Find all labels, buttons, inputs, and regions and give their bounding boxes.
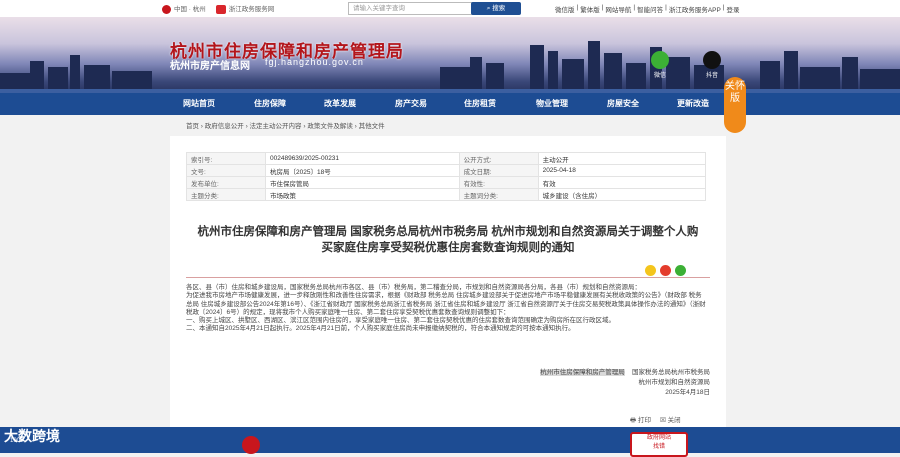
sign-date: 2025年4月18日: [665, 389, 710, 396]
divider: |: [665, 4, 667, 11]
site-domain: fgj.hangzhou.gov.cn: [265, 57, 364, 67]
nav-housing-security[interactable]: 住房保障: [254, 93, 286, 115]
national-emblem-icon: [162, 4, 171, 14]
nav-property-mgmt[interactable]: 物业管理: [536, 93, 568, 115]
douyin-icon: [703, 51, 721, 69]
favorite-icon[interactable]: [645, 265, 656, 276]
document-body: 各区、县（市）住房和城乡建设局，国家税务总局杭州市各区、县（市）税务局，第二稽查…: [186, 284, 708, 334]
meta-key: 主题分类:: [186, 188, 266, 201]
site-subtitle: 杭州市房产信息网: [170, 61, 250, 72]
search-input[interactable]: 请输入关键字查询: [348, 2, 476, 15]
wechat-share-icon[interactable]: [675, 265, 686, 276]
meta-key: 成文日期:: [458, 164, 539, 177]
header-banner: 杭州市住房保障和房产管理局 杭州市房产信息网 fgj.hangzhou.gov.…: [0, 17, 900, 93]
wechat-icon: [651, 51, 669, 69]
nav-rental[interactable]: 住房租赁: [464, 93, 496, 115]
china-hangzhou-link[interactable]: 中国 · 杭州: [162, 3, 206, 14]
divider-line: [186, 277, 710, 278]
meta-key: 索引号:: [186, 152, 266, 165]
close-button[interactable]: ☒ 关闭: [660, 417, 681, 424]
link-smart-qa[interactable]: 智能问答: [637, 4, 663, 14]
weibo-share-icon[interactable]: [660, 265, 671, 276]
main-nav: 网站首页 住房保障 改革发展 房产交易 住房租赁 物业管理 房屋安全 更新改造: [0, 93, 900, 115]
meta-key: 文号:: [186, 164, 266, 177]
care-mode-button[interactable]: 关怀版: [724, 77, 746, 133]
divider: |: [633, 4, 636, 11]
breadcrumb[interactable]: 首页 › 政府信息公开 › 法定主动公开内容 › 政策文件及解读 › 其他文件: [186, 120, 385, 130]
link-wechat-version[interactable]: 微信版: [555, 4, 575, 14]
share-bar: [645, 265, 686, 276]
douyin-link[interactable]: 抖音: [700, 51, 724, 79]
meta-value: 杭房局〔2025〕18号: [265, 164, 460, 177]
meta-value: 市住保房管局: [265, 176, 460, 189]
meta-value: 城乡建设（含住房）: [537, 188, 707, 201]
article-panel: 索引号: 002489639/2025-00231 公开方式: 主动公开 文号:…: [170, 136, 726, 427]
top-left-links: 中国 · 杭州 浙江政务服务网: [162, 3, 274, 14]
watermark-sub: 1000: [10, 438, 24, 444]
signature-block: 杭州市住房保障和房产管理局 国家税务总局杭州市税务局 杭州市规划和自然资源局 2…: [500, 366, 710, 396]
link-zj-app[interactable]: 浙江政务服务APP: [669, 4, 721, 14]
signer-2: 国家税务总局杭州市税务局: [632, 369, 710, 376]
print-button[interactable]: 🖶 打印: [630, 417, 651, 424]
meta-row: 发布单位: 市住保房管局 有效性: 有效: [186, 176, 707, 189]
link-login[interactable]: 登录: [727, 4, 740, 14]
nav-reform[interactable]: 改革发展: [324, 93, 356, 115]
party-emblem-icon: [242, 436, 260, 454]
meta-key: 有效性:: [458, 176, 539, 189]
wechat-link[interactable]: 微信: [648, 51, 672, 79]
meta-key: 主题词分类:: [458, 188, 539, 201]
signer-1: 杭州市住房保障和房产管理局: [540, 369, 625, 376]
meta-value: 主动公开: [537, 152, 707, 165]
divider: |: [576, 4, 579, 11]
meta-value: 市场政策: [265, 188, 460, 201]
action-bar: 🖶 打印 ☒ 关闭: [630, 414, 681, 427]
zj-service-link[interactable]: 浙江政务服务网: [215, 3, 274, 14]
zj-service-logo-icon: [215, 4, 226, 14]
link-traditional[interactable]: 繁体版: [580, 4, 600, 14]
meta-value: 有效: [537, 176, 707, 189]
footer: [0, 427, 900, 453]
paragraph: 二、本通知自2025年4月21日起执行。2025年4月21日前，个人购买家庭住房…: [186, 325, 575, 333]
nav-house-safety[interactable]: 房屋安全: [607, 93, 639, 115]
divider: |: [722, 4, 725, 11]
divider: |: [601, 4, 604, 11]
meta-row: 主题分类: 市场政策 主题词分类: 城乡建设（含住房）: [186, 188, 707, 201]
top-right-links: 微信版 | 繁体版 | 网站导航 | 智能问答 | 浙江政务服务APP | 登录: [555, 4, 740, 14]
meta-row: 索引号: 002489639/2025-00231 公开方式: 主动公开: [186, 152, 707, 165]
paragraph: 为促进我市房地产市场健康发展，进一步释放刚性和改善性住房需求，根据《财政部 税务…: [186, 292, 706, 316]
nav-renovation[interactable]: 更新改造: [677, 93, 709, 115]
nav-property-trade[interactable]: 房产交易: [395, 93, 427, 115]
gov-site-error-badge[interactable]: 政府网站 找错: [630, 432, 688, 457]
link-sitemap[interactable]: 网站导航: [605, 4, 631, 14]
meta-value: 2025-04-18: [537, 164, 707, 177]
meta-key: 公开方式:: [458, 152, 539, 165]
meta-value: 002489639/2025-00231: [265, 152, 460, 165]
document-title: 杭州市住房保障和房产管理局 国家税务总局杭州市税务局 杭州市规划和自然资源局关于…: [197, 226, 699, 254]
top-bar: 中国 · 杭州 浙江政务服务网 请输入关键字查询 ⌕ 搜索 微信版 | 繁体版 …: [0, 0, 900, 18]
meta-key: 发布单位:: [186, 176, 266, 189]
city-skyline-image: [0, 41, 900, 93]
signer-3: 杭州市规划和自然资源局: [638, 379, 711, 386]
meta-row: 文号: 杭房局〔2025〕18号 成文日期: 2025-04-18: [186, 164, 707, 177]
search-button[interactable]: ⌕ 搜索: [471, 2, 521, 15]
nav-home[interactable]: 网站首页: [183, 93, 215, 115]
document-meta-table: 索引号: 002489639/2025-00231 公开方式: 主动公开 文号:…: [186, 152, 707, 201]
